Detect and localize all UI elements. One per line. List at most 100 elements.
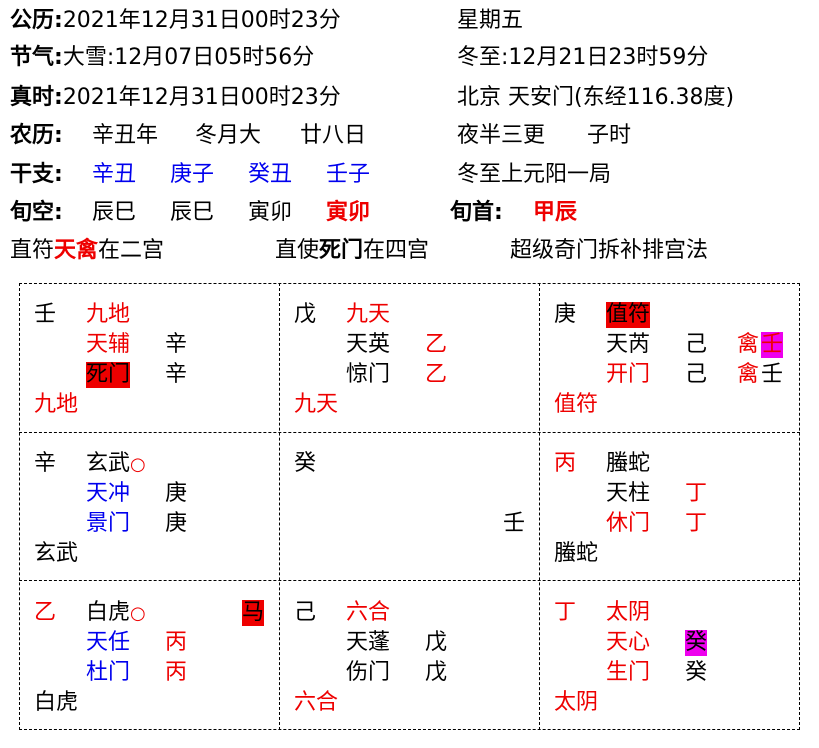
grid-divider-v2: [539, 283, 540, 730]
shichen: 子时: [587, 123, 632, 148]
palace-1-star-stem: 戊: [425, 630, 448, 655]
palace-8-god: 白虎: [86, 600, 131, 625]
shichen-desc: 夜半三更: [457, 123, 546, 148]
palace-2-star-stem: 己: [685, 332, 708, 357]
horse-badge: 马: [242, 600, 265, 626]
palace-8-bottom: 白虎: [34, 690, 79, 715]
xunkong-year: 辰巳: [92, 200, 137, 225]
ganzhi-hour: 壬子: [326, 162, 371, 187]
palace-9-stem: 戊: [294, 302, 317, 327]
palace-5-stem: 癸: [294, 451, 317, 476]
zhifu-pre: 直符: [10, 238, 55, 263]
palace-7-bottom: 螣蛇: [554, 541, 599, 566]
jieqi-row: 节气:大雪:12月07日05时56分: [10, 45, 314, 71]
palace-2-door-stem: 己: [685, 362, 708, 387]
palace-7-stem: 丙: [554, 451, 577, 476]
palace-6-star-stem: 癸: [685, 630, 708, 656]
palace-6-door: 生门: [606, 660, 651, 685]
palace-1-door: 伤门: [346, 660, 391, 685]
palace-2-star-stem3: 壬: [761, 332, 784, 358]
xunshou-label: 旬首:: [450, 200, 503, 225]
palace-1-star: 天蓬: [346, 630, 391, 655]
location: 北京 天安门(东经116.38度): [457, 85, 735, 110]
palace-8-star-stem: 丙: [165, 630, 188, 655]
palace-2-star: 天芮: [606, 332, 651, 357]
zhenshi-row: 真时:2021年12月31日00时23分: [10, 85, 341, 111]
ganzhi-day: 癸丑: [248, 162, 293, 187]
nine-palace-grid: [19, 283, 800, 730]
palace-4-star-stem: 辛: [165, 332, 188, 357]
xunshou-value: 甲辰: [533, 200, 578, 225]
palace-1-stem: 己: [294, 600, 317, 625]
palace-8-star: 天任: [86, 630, 131, 655]
zhishi-pre: 直使: [275, 238, 320, 263]
palace-1-bottom: 六合: [294, 690, 339, 715]
palace-6-bottom: 太阴: [554, 690, 599, 715]
gongli-value: 2021年12月31日00时23分: [62, 8, 341, 33]
palace-8-stem: 乙: [34, 600, 57, 625]
palace-6-stem: 丁: [554, 600, 577, 625]
ganzhi-row: 干支:: [10, 162, 63, 188]
empty-circle-icon: ○: [130, 454, 146, 475]
zhifu-star: 天禽: [54, 238, 99, 263]
palace-2-door: 开门: [606, 362, 651, 387]
zhishi-door: 死门: [319, 238, 364, 263]
xunkong-day: 寅卯: [248, 200, 293, 225]
palace-3-stem: 辛: [34, 451, 57, 476]
gongli-row: 公历:2021年12月31日00时23分: [10, 8, 341, 34]
nongli-year: 辛丑年: [92, 123, 159, 148]
palace-5-mid: 壬: [503, 511, 526, 536]
zhenshi-label: 真时:: [10, 85, 63, 110]
palace-4-star: 天辅: [86, 332, 131, 357]
method: 超级奇门拆补排宫法: [510, 238, 709, 263]
zhifu-row: 直符天禽在二宫: [10, 238, 164, 264]
palace-7-god: 螣蛇: [606, 451, 651, 476]
palace-8-door: 杜门: [86, 660, 131, 685]
jieqi-prev: 大雪:12月07日05时56分: [62, 45, 315, 70]
empty-circle-icon: ○: [130, 603, 146, 624]
grid-divider-h1: [19, 432, 800, 433]
zhishi-row: 直使死门在四宫: [275, 238, 429, 264]
palace-6-door-stem: 癸: [685, 660, 708, 685]
ganzhi-label: 干支:: [10, 162, 63, 187]
palace-9-door: 惊门: [346, 362, 391, 387]
xunkong-hour: 寅卯: [326, 200, 371, 225]
nongli-day: 廿八日: [300, 123, 367, 148]
palace-3-star-stem: 庚: [165, 481, 188, 506]
nongli-row: 农历:: [10, 123, 63, 149]
zhifu-post: 在二宫: [98, 238, 165, 263]
gongli-label: 公历:: [10, 8, 63, 33]
ganzhi-year: 辛丑: [92, 162, 137, 187]
grid-divider-v1: [279, 283, 280, 730]
palace-9-door-stem: 乙: [425, 362, 448, 387]
palace-4-door-stem: 辛: [165, 362, 188, 387]
palace-3-god: 玄武: [86, 451, 131, 476]
palace-2-bottom: 值符: [554, 392, 599, 417]
grid-divider-h2: [19, 580, 800, 581]
palace-1-god: 六合: [346, 600, 391, 625]
palace-7-star: 天柱: [606, 481, 651, 506]
jieqi-label: 节气:: [10, 45, 63, 70]
palace-3-star: 天冲: [86, 481, 131, 506]
palace-9-star-stem: 乙: [425, 332, 448, 357]
palace-3-bottom: 玄武: [34, 541, 79, 566]
palace-2-door-stem2: 禽: [737, 362, 760, 387]
palace-7-door: 休门: [606, 511, 651, 536]
palace-2-door-stem3: 壬: [761, 362, 784, 387]
palace-1-door-stem: 戊: [425, 660, 448, 685]
palace-3-god-group: 玄武○: [86, 451, 146, 478]
zhishi-post: 在四宫: [363, 238, 430, 263]
palace-4-door: 死门: [86, 362, 131, 388]
jieqi-next: 冬至:12月21日23时59分: [457, 45, 709, 70]
palace-4-bottom: 九地: [34, 392, 79, 417]
xunkong-label: 旬空:: [10, 200, 63, 225]
xunkong-month: 辰巳: [170, 200, 215, 225]
palace-4-stem: 壬: [34, 302, 57, 327]
nongli-label: 农历:: [10, 123, 63, 148]
palace-3-door: 景门: [86, 511, 131, 536]
palace-4-god: 九地: [86, 302, 131, 327]
palace-2-star-stem2: 禽: [737, 332, 760, 357]
palace-2-god: 值符: [606, 302, 651, 328]
palace-2-stem: 庚: [554, 302, 577, 327]
palace-7-door-stem: 丁: [685, 511, 708, 536]
